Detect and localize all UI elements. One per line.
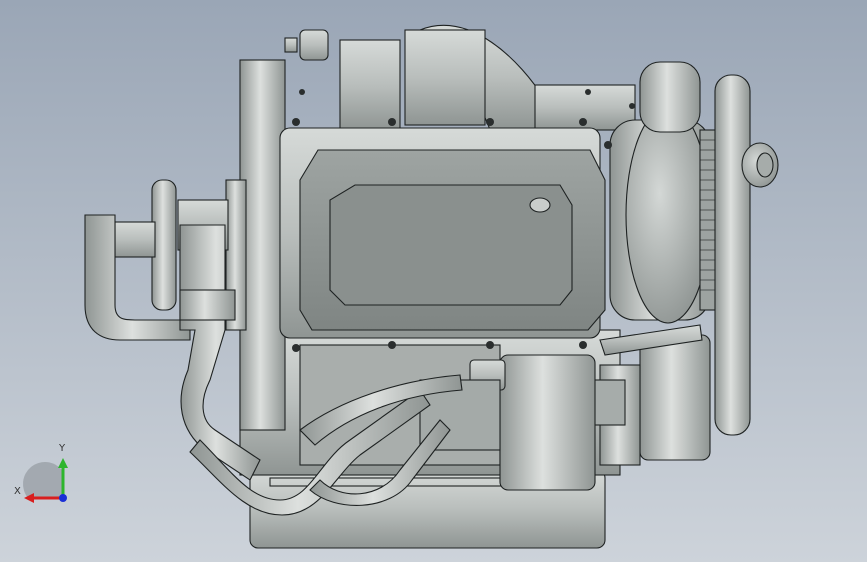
y-axis-label: Y — [59, 443, 66, 454]
coordinate-triad — [22, 458, 68, 503]
z-axis-dot — [59, 494, 67, 502]
cad-graphics-viewport[interactable]: X Y — [0, 0, 867, 562]
x-axis-label: X — [14, 486, 21, 497]
y-axis-arrowhead — [58, 458, 68, 468]
